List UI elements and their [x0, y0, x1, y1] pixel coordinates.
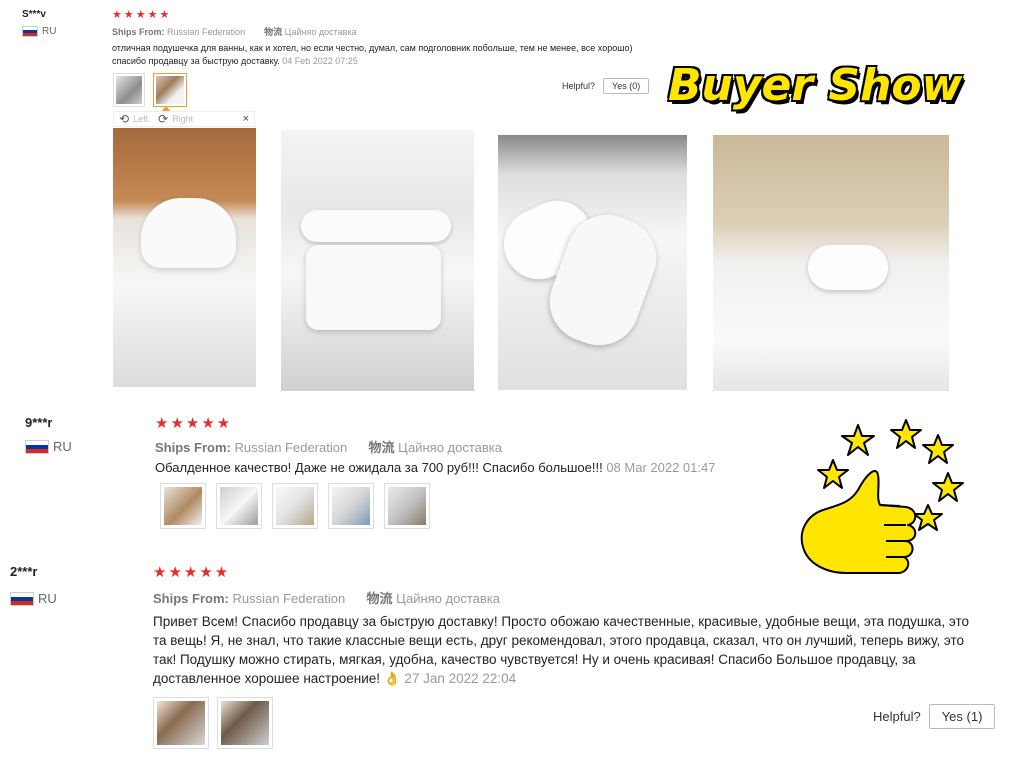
reviewer-country: RU — [25, 439, 72, 454]
russia-flag-icon — [22, 26, 38, 37]
review-thumbnails — [160, 483, 430, 529]
helpful-yes-button[interactable]: Yes (1) — [928, 704, 996, 729]
review-thumbnails — [153, 697, 273, 749]
review-photo-large[interactable] — [713, 135, 949, 391]
review-thumbnail[interactable] — [328, 483, 374, 529]
buyer-show-banner: Buyer Show — [668, 60, 963, 111]
reviewer-country: RU — [22, 26, 56, 37]
review-thumbnails — [113, 73, 187, 107]
review-text: Обалденное качество! Даже не ожидала за … — [155, 459, 795, 476]
country-code: RU — [38, 591, 57, 606]
review-thumbnail[interactable] — [153, 697, 209, 749]
logistics-value: Цайняо доставка — [398, 440, 503, 455]
review-thumbnail[interactable] — [216, 483, 262, 529]
logistics-label: 物流 — [368, 440, 395, 455]
review-body: отличная подушечка для ванны, как и хоте… — [112, 43, 633, 66]
reviewer-name: 2***r — [10, 564, 38, 579]
country-code: RU — [53, 439, 72, 454]
review-photo-large[interactable] — [113, 128, 256, 387]
star-rating: ★★★★★ — [153, 564, 231, 581]
helpful-section: Helpful? Yes (1) — [873, 704, 996, 729]
rotate-left-label[interactable]: Left — [133, 114, 148, 124]
review-date: 08 Mar 2022 01:47 — [606, 460, 716, 475]
close-icon[interactable]: × — [243, 113, 249, 125]
rotate-right-label[interactable]: Right — [172, 114, 193, 124]
reviewer-country: RU — [10, 591, 57, 606]
helpful-label: Helpful? — [873, 709, 921, 724]
review-photo-large[interactable] — [498, 135, 687, 390]
review-body: Обалденное качество! Даже не ожидала за … — [155, 460, 603, 475]
review-date: 27 Jan 2022 22:04 — [404, 671, 517, 686]
review-photo-large[interactable] — [281, 130, 474, 391]
country-code: RU — [42, 26, 57, 37]
image-viewer-toolbar: ⟲ Left ⟳ Right × — [113, 111, 255, 127]
ships-from-value: Russian Federation — [167, 27, 246, 37]
shipping-info: Ships From: Russian Federation 物流 Цайняо… — [153, 588, 500, 607]
star-rating: ★★★★★ — [155, 415, 233, 432]
reviewer-name: S***v — [22, 9, 46, 20]
logistics-label: 物流 — [264, 27, 283, 37]
rotate-right-icon[interactable]: ⟳ — [158, 112, 168, 126]
shipping-info: Ships From: Russian Federation 物流 Цайняо… — [112, 25, 357, 38]
logistics-value: Цайняо доставка — [396, 591, 501, 606]
review-thumbnail[interactable] — [272, 483, 318, 529]
review-body: Привет Всем! Спасибо продавцу за быструю… — [153, 614, 970, 686]
review-text: Привет Всем! Спасибо продавцу за быструю… — [153, 612, 983, 688]
review-thumbnail[interactable] — [160, 483, 206, 529]
review-date: 04 Feb 2022 07:25 — [282, 56, 358, 66]
review-text: отличная подушечка для ванны, как и хоте… — [112, 42, 642, 68]
shipping-info: Ships From: Russian Federation 物流 Цайняо… — [155, 437, 502, 456]
ships-from-value: Russian Federation — [232, 591, 346, 606]
thumbs-up-icon — [800, 419, 964, 574]
review-thumbnail-selected[interactable] — [153, 73, 187, 107]
ships-from-label: Ships From: — [155, 440, 231, 455]
ships-from-label: Ships From: — [112, 27, 165, 37]
review-thumbnail[interactable] — [384, 483, 430, 529]
helpful-label: Helpful? — [562, 81, 596, 91]
russia-flag-icon — [10, 591, 34, 606]
review-thumbnail[interactable] — [113, 73, 145, 107]
helpful-section: Helpful? Yes (0) — [562, 78, 650, 94]
rotate-left-icon[interactable]: ⟲ — [119, 112, 129, 126]
ships-from-value: Russian Federation — [234, 440, 348, 455]
logistics-label: 物流 — [366, 591, 393, 606]
review-thumbnail[interactable] — [217, 697, 273, 749]
ships-from-label: Ships From: — [153, 591, 229, 606]
russia-flag-icon — [25, 439, 49, 454]
helpful-yes-button[interactable]: Yes (0) — [603, 78, 650, 94]
logistics-value: Цайняо доставка — [284, 27, 357, 37]
star-rating: ★★★★★ — [112, 9, 172, 21]
reviewer-name: 9***r — [25, 415, 53, 430]
